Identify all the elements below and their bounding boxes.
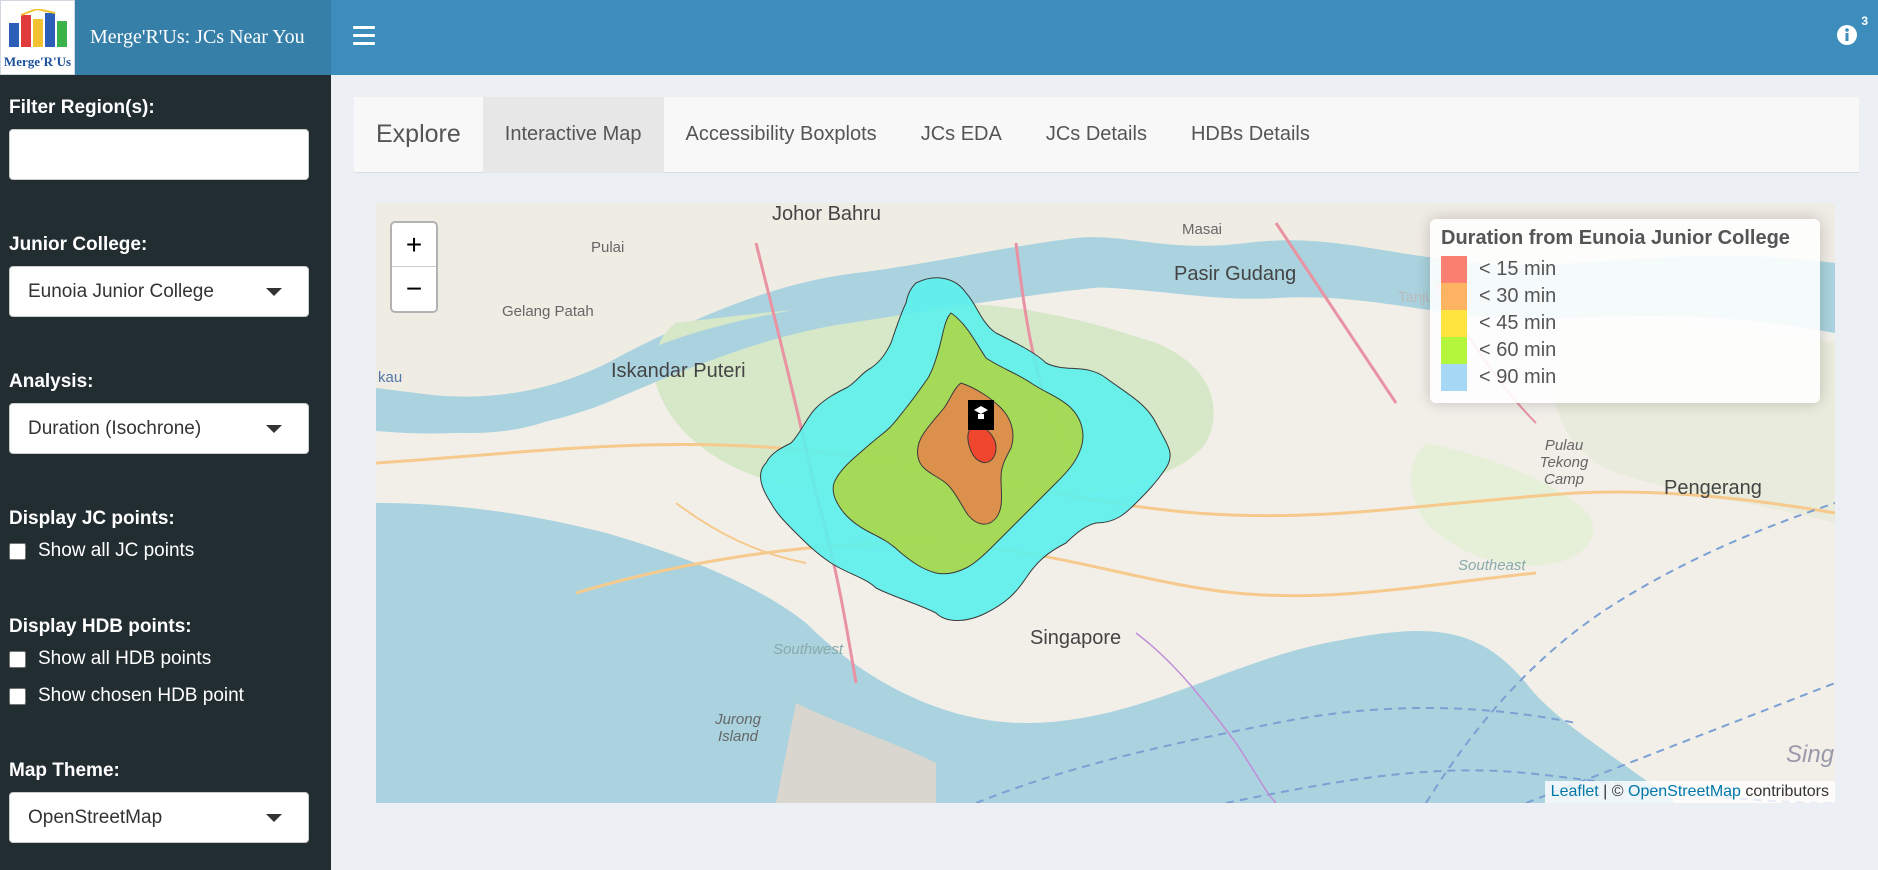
top-navbar: 3 [331,0,1878,75]
junior-college-value: Eunoia Junior College [28,280,214,302]
attribution-suffix: contributors [1740,783,1829,800]
attribution-separator: | © [1598,783,1628,800]
info-badge: 3 [1861,14,1868,28]
legend-label: < 60 min [1479,339,1557,361]
header-logo-area: Merge'R'Us Merge'R'Us: JCs Near You [0,0,331,75]
checkbox-box[interactable] [9,542,26,560]
analysis-group: Analysis: Duration (Isochrone) [9,371,309,454]
legend-label: < 15 min [1479,258,1557,280]
display-hdb-label: Display HDB points: [9,616,192,637]
label-pulau-tekong: Pulau Tekong Camp [1539,437,1589,488]
legend-swatch [1441,256,1467,283]
leaflet-link[interactable]: Leaflet [1551,783,1599,800]
zoom-control: + − [390,221,438,313]
analysis-label: Analysis: [9,371,94,392]
legend-item: < 15 min [1441,256,1809,283]
info-icon[interactable] [1836,24,1858,46]
label-masai: Masai [1182,221,1223,238]
map-theme-label: Map Theme: [9,760,120,781]
legend-swatch [1441,310,1467,337]
junior-college-label: Junior College: [9,234,148,255]
app-title: Merge'R'Us: JCs Near You [90,26,305,48]
label-pasir-gudang: Pasir Gudang [1174,263,1297,285]
display-jc-group: Display JC points: Show all JC points [9,508,194,577]
legend-swatch [1441,283,1467,310]
legend-swatch [1441,364,1467,391]
label-iskandar-puteri: Iskandar Puteri [611,360,746,382]
show-all-hdb-checkbox[interactable]: Show all HDB points [9,648,244,670]
show-chosen-hdb-checkbox[interactable]: Show chosen HDB point [9,685,244,707]
legend-label: < 90 min [1479,366,1557,388]
jc-marker-icon[interactable] [968,400,994,430]
legend-title: Duration from Eunoia Junior College [1441,227,1790,249]
label-pulai: Pulai [591,239,625,256]
analysis-value: Duration (Isochrone) [28,417,202,439]
display-hdb-group: Display HDB points: Show all HDB points … [9,616,244,722]
legend-swatch [1441,337,1467,364]
tab-jcs-details[interactable]: JCs Details [1024,97,1169,173]
legend-item: < 90 min [1441,364,1809,391]
caret-down-icon [266,287,282,296]
label-kau: kau [378,369,403,386]
caret-down-icon [266,424,282,433]
legend-item: < 30 min [1441,283,1809,310]
map-theme-value: OpenStreetMap [28,806,163,828]
legend-item: < 60 min [1441,337,1809,364]
label-southwest: Southwest [773,641,844,658]
logo-text: Merge'R'Us [3,54,72,69]
tab-accessibility-boxplots[interactable]: Accessibility Boxplots [664,97,899,173]
analysis-select[interactable]: Duration (Isochrone) [9,403,309,454]
tab-jcs-eda[interactable]: JCs EDA [899,97,1024,173]
zoom-out-button[interactable]: − [392,267,436,311]
filter-region-group: Filter Region(s): [9,97,309,180]
sidebar-toggle-icon[interactable] [353,26,375,46]
label-jurong-island: Jurong Island [715,711,761,745]
isochrone-legend: Duration from Eunoia Junior College < 15… [1430,219,1820,403]
map-theme-select[interactable]: OpenStreetMap [9,792,309,843]
sidebar: Filter Region(s): Junior College: Eunoia… [0,75,331,870]
show-all-hdb-label: Show all HDB points [38,648,212,669]
map-attribution: Leaflet | © OpenStreetMap contributors [1544,781,1835,803]
junior-college-select[interactable]: Eunoia Junior College [9,266,309,317]
label-sing: Sing [1786,741,1835,768]
tab-panel: Explore Interactive Map Accessibility Bo… [354,96,1859,173]
app-logo[interactable]: Merge'R'Us [0,0,75,75]
show-all-jc-label: Show all JC points [38,540,195,561]
label-johor-bahru: Johor Bahru [772,203,881,225]
checkbox-box[interactable] [9,687,26,705]
filter-region-input[interactable] [9,129,309,180]
map-theme-group: Map Theme: OpenStreetMap [9,760,309,843]
label-southeast: Southeast [1458,557,1526,574]
legend-label: < 30 min [1479,285,1557,307]
legend-item: < 45 min [1441,310,1809,337]
label-gelang-patah: Gelang Patah [502,303,594,320]
tab-interactive-map[interactable]: Interactive Map [482,96,664,173]
panel-title: Explore [376,120,461,148]
zoom-in-button[interactable]: + [392,223,436,267]
tab-hdbs-details[interactable]: HDBs Details [1169,97,1332,173]
leaflet-map[interactable]: Johor Bahru Iskandar Puteri Pasir Gudang… [376,203,1835,803]
openstreetmap-link[interactable]: OpenStreetMap [1628,783,1741,800]
show-all-jc-checkbox[interactable]: Show all JC points [9,540,194,562]
filter-region-label: Filter Region(s): [9,97,155,118]
label-pengerang: Pengerang [1664,477,1762,499]
display-jc-label: Display JC points: [9,508,175,529]
show-chosen-hdb-label: Show chosen HDB point [38,685,244,706]
legend-label: < 45 min [1479,312,1557,334]
junior-college-group: Junior College: Eunoia Junior College [9,234,309,317]
label-singapore: Singapore [1030,627,1122,649]
buildings-logo-icon [9,9,67,47]
checkbox-box[interactable] [9,650,26,668]
caret-down-icon [266,813,282,822]
